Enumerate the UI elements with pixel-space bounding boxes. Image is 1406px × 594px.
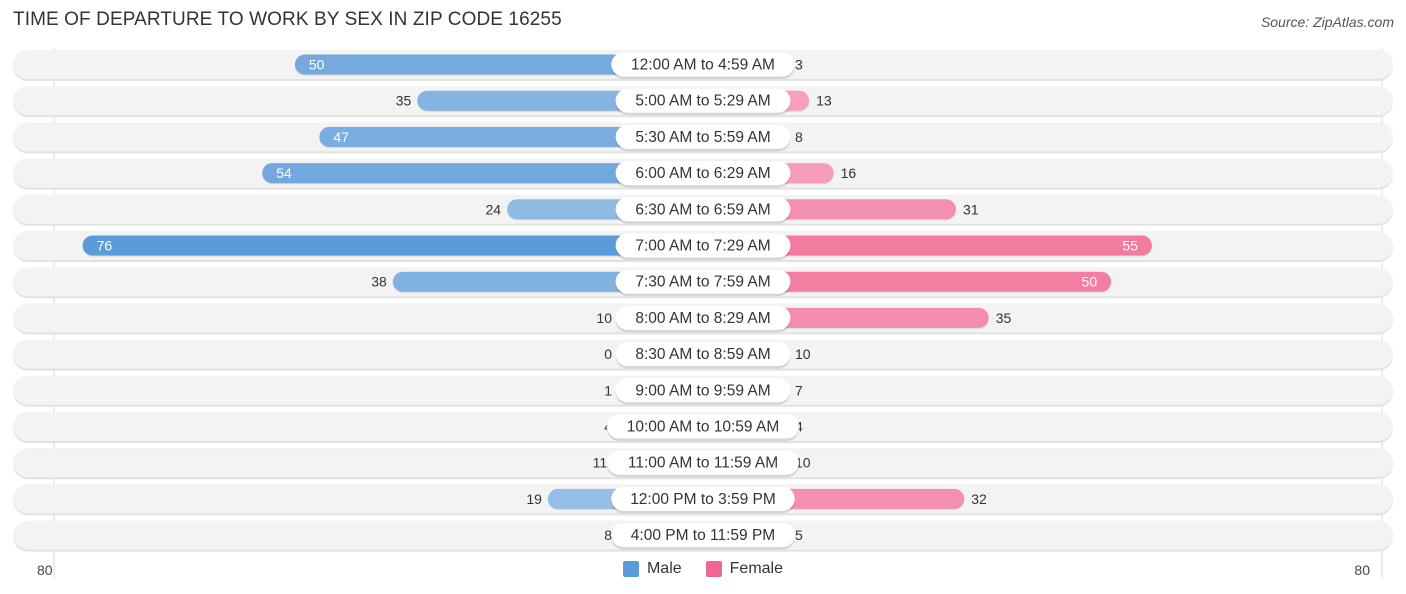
male-value-label: 19 xyxy=(526,491,542,507)
legend-item-male[interactable]: Male xyxy=(622,560,682,578)
male-value-label: 24 xyxy=(486,201,502,217)
category-label: 8:30 AM to 8:59 AM xyxy=(635,346,770,363)
legend-item-female[interactable]: Female xyxy=(705,560,784,578)
male-value-label: 50 xyxy=(309,57,325,73)
female-value-label: 50 xyxy=(1082,274,1098,290)
table-row: 54 16 6:00 AM to 6:29 AM xyxy=(13,158,1393,190)
table-row: 4410:00 AM to 10:59 AM xyxy=(13,412,1393,443)
category-label: 6:30 AM to 6:59 AM xyxy=(635,201,770,218)
female-value-label: 32 xyxy=(971,491,987,507)
male-value-label: 47 xyxy=(333,129,349,145)
male-value-label: 8 xyxy=(604,527,612,543)
category-label: 12:00 AM to 4:59 AM xyxy=(631,57,775,74)
male-value-label: 54 xyxy=(276,165,292,181)
female-swatch-icon xyxy=(705,561,722,577)
female-value-label: 8 xyxy=(795,129,803,145)
category-label: 10:00 AM to 10:59 AM xyxy=(627,419,780,436)
legend: Male Female xyxy=(0,560,1406,578)
female-value-label: 13 xyxy=(816,93,832,109)
female-value-label: 16 xyxy=(841,165,857,181)
table-row: 50 3 12:00 AM to 4:59 AM xyxy=(13,50,1393,81)
male-value-label: 1 xyxy=(604,382,612,398)
female-value-label: 5 xyxy=(795,527,803,543)
legend-female-label: Female xyxy=(729,560,784,577)
table-row: 76 55 7:00 AM to 7:29 AM xyxy=(13,231,1393,262)
category-label: 4:00 PM to 11:59 PM xyxy=(631,527,775,544)
category-label: 7:00 AM to 7:29 AM xyxy=(635,238,770,255)
category-label: 12:00 PM to 3:59 PM xyxy=(630,491,776,508)
female-value-label: 7 xyxy=(795,382,803,398)
female-value-label: 55 xyxy=(1122,238,1138,254)
male-value-label: 10 xyxy=(596,310,612,326)
male-bar xyxy=(82,235,703,256)
table-row: 35 13 5:00 AM to 5:29 AM xyxy=(13,86,1393,118)
category-label: 5:30 AM to 5:59 AM xyxy=(635,129,770,146)
table-row: 11 1011:00 AM to 11:59 AM xyxy=(13,448,1393,480)
female-value-label: 31 xyxy=(963,201,979,217)
female-value-label: 10 xyxy=(795,346,811,362)
category-label: 6:00 AM to 6:29 AM xyxy=(635,165,770,182)
female-value-label: 35 xyxy=(996,310,1012,326)
male-value-label: 0 xyxy=(604,346,612,362)
table-row: 24 31 6:30 AM to 6:59 AM xyxy=(13,194,1393,226)
male-value-label: 11 xyxy=(593,455,608,471)
male-value-label: 38 xyxy=(371,274,387,290)
table-row: 47 8 5:30 AM to 5:59 AM xyxy=(13,122,1393,154)
female-value-label: 3 xyxy=(795,57,803,73)
table-row: 10 35 8:00 AM to 8:29 AM xyxy=(13,303,1393,335)
table-row: 19 32 12:00 PM to 3:59 PM xyxy=(13,484,1393,516)
table-row: 0 10 8:30 AM to 8:59 AM xyxy=(13,339,1393,371)
category-label: 11:00 AM to 11:59 AM xyxy=(628,455,778,472)
diverging-bar-chart: 50 312:00 AM to 4:59 AM35 135:00 AM to 5:2… xyxy=(13,48,1393,578)
category-label: 7:30 AM to 7:59 AM xyxy=(635,274,770,291)
male-value-label: 76 xyxy=(97,238,113,254)
category-label: 9:00 AM to 9:59 AM xyxy=(635,382,770,399)
category-label: 5:00 AM to 5:29 AM xyxy=(635,93,770,110)
male-value-label: 35 xyxy=(396,93,412,109)
category-label: 8:00 AM to 8:29 AM xyxy=(635,310,770,327)
table-row: 38 50 7:30 AM to 7:59 AM xyxy=(13,267,1393,299)
table-row: 8 5 4:00 PM to 11:59 PM xyxy=(13,520,1393,552)
legend-male-label: Male xyxy=(646,560,682,577)
male-swatch-icon xyxy=(622,561,639,577)
table-row: 1 7 9:00 AM to 9:59 AM xyxy=(13,375,1393,407)
